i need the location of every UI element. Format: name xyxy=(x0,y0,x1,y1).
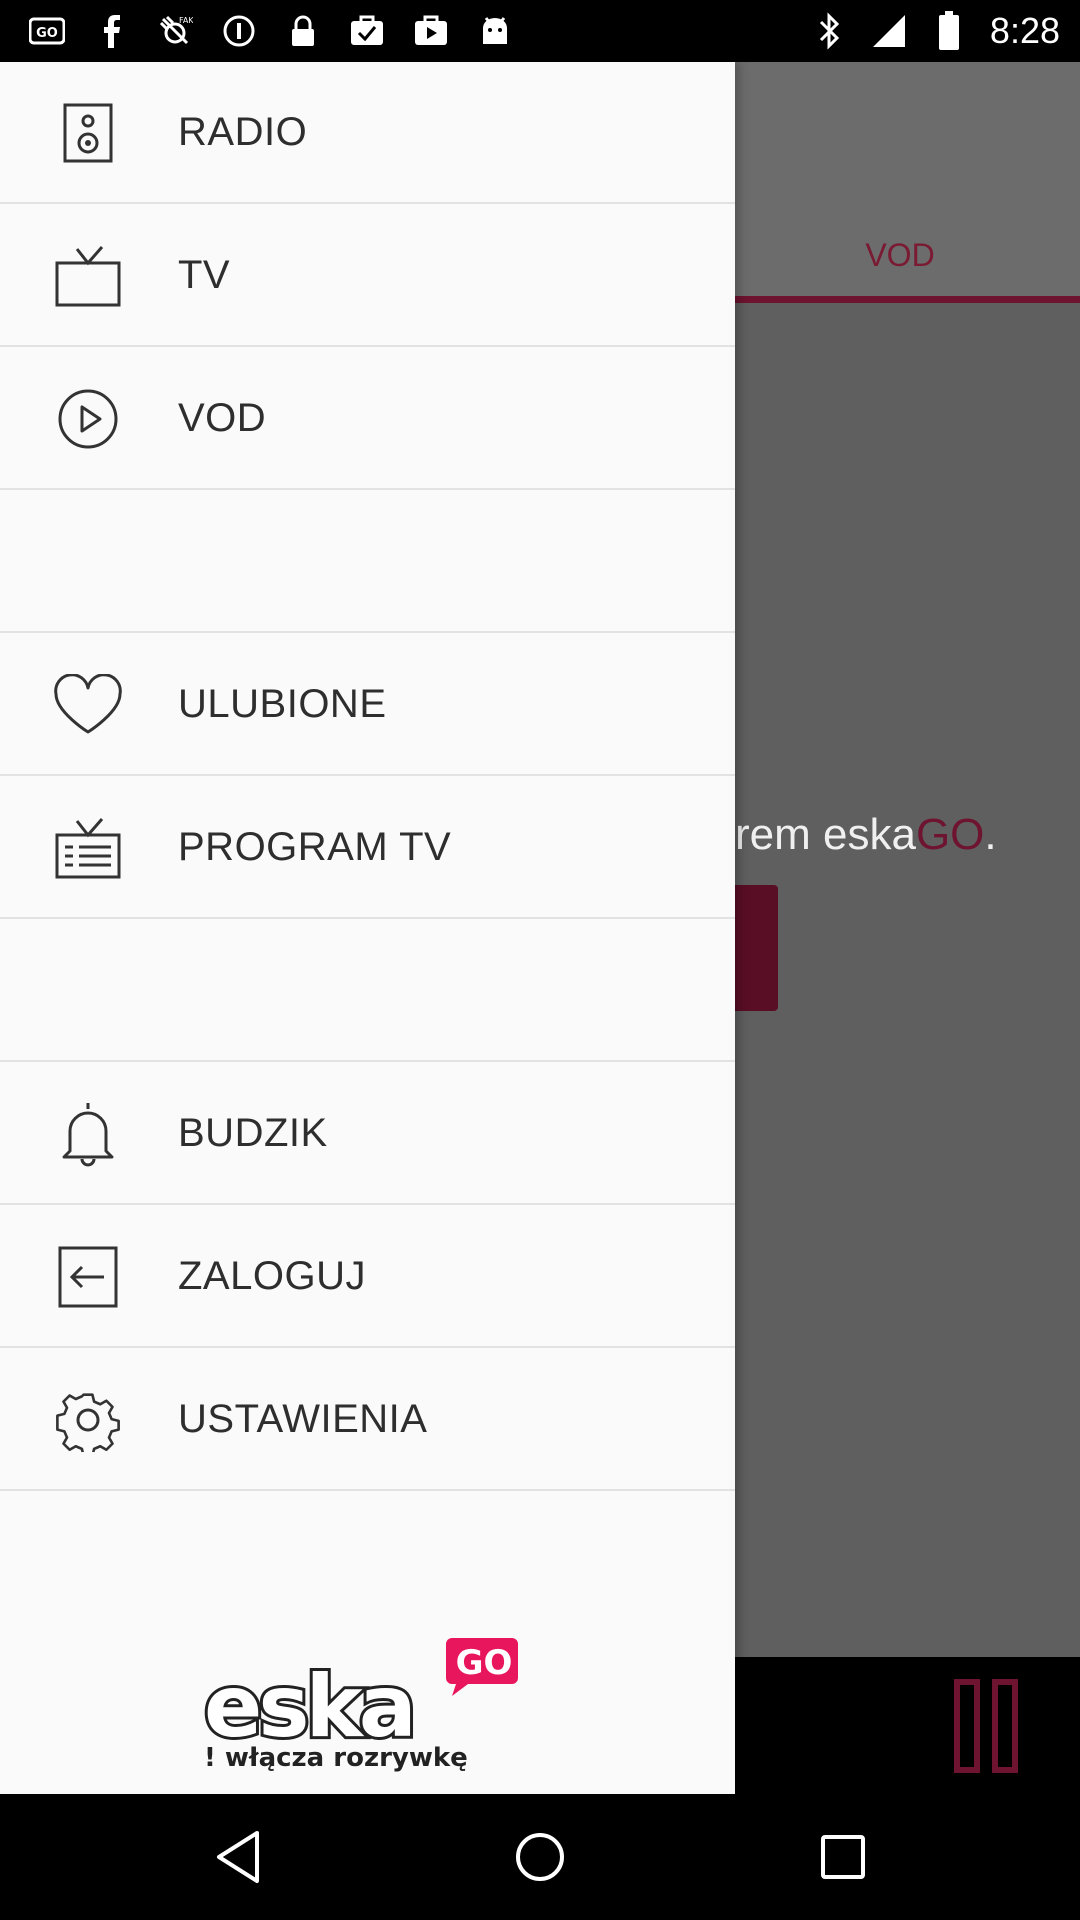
menu-label-program-tv: PROGRAM TV xyxy=(178,824,452,869)
menu-label-vod: VOD xyxy=(178,395,267,440)
tv-guide-icon xyxy=(50,813,126,883)
info-icon xyxy=(220,12,258,50)
go-app-icon: GO xyxy=(28,12,66,50)
menu-label-zaloguj: ZALOGUJ xyxy=(178,1253,366,1298)
login-icon xyxy=(50,1242,126,1312)
pause-icon[interactable] xyxy=(950,1679,1020,1773)
menu-item-tv[interactable]: TV xyxy=(0,205,735,347)
menu-item-zaloguj[interactable]: ZALOGUJ xyxy=(0,1206,735,1348)
logo-badge: GO xyxy=(456,1643,513,1683)
menu-item-program-tv[interactable]: PROGRAM TV xyxy=(0,777,735,919)
heart-icon xyxy=(50,670,126,740)
facebook-icon xyxy=(92,12,130,50)
navigation-drawer: RADIO TV VOD ULUBIONE PROGRAM TV BUDZIK xyxy=(0,62,735,1794)
notification-icons: GO FAKE xyxy=(28,12,514,50)
lock-icon xyxy=(284,12,322,50)
menu-item-ustawienia[interactable]: USTAWIENIA xyxy=(0,1349,735,1491)
recents-icon[interactable] xyxy=(810,1824,876,1890)
menu-item-ulubione[interactable]: ULUBIONE xyxy=(0,634,735,776)
menu-label-budzik: BUDZIK xyxy=(178,1110,328,1155)
android-icon xyxy=(476,12,514,50)
status-bar: GO FAKE 8:28 xyxy=(0,0,1080,62)
app-message: rem eskaGO. xyxy=(735,810,997,860)
menu-label-tv: TV xyxy=(178,252,231,297)
tv-icon xyxy=(50,241,126,311)
system-nav-bar xyxy=(0,1794,1080,1920)
eska-go-logo: GO eska eska ! włącza rozrywkę xyxy=(200,1632,540,1773)
menu-item-vod[interactable]: VOD xyxy=(0,348,735,490)
logo-tagline: ! włącza rozrywkę xyxy=(204,1743,468,1772)
home-icon[interactable] xyxy=(507,1824,573,1890)
svg-text:FAKE: FAKE xyxy=(179,16,193,25)
play-circle-icon xyxy=(50,384,126,454)
menu-item-budzik[interactable]: BUDZIK xyxy=(0,1063,735,1205)
tab-vod[interactable]: VOD xyxy=(840,237,960,274)
signal-icon xyxy=(870,12,908,50)
gear-icon xyxy=(50,1385,126,1455)
svg-text:GO: GO xyxy=(36,26,58,41)
bluetooth-icon xyxy=(810,12,848,50)
system-icons: 8:28 xyxy=(810,10,1060,52)
speaker-icon xyxy=(50,98,126,168)
battery-icon xyxy=(930,11,968,50)
task-check-icon xyxy=(348,12,386,50)
logo-brand-fill: eska xyxy=(204,1657,413,1757)
menu-label-radio: RADIO xyxy=(178,109,308,154)
menu-spacer xyxy=(0,920,735,1062)
bell-icon xyxy=(50,1099,126,1169)
back-icon[interactable] xyxy=(205,1824,271,1890)
menu-label-ulubione: ULUBIONE xyxy=(178,681,387,726)
menu-item-radio[interactable]: RADIO xyxy=(0,62,735,204)
app-message-prefix: rem eska xyxy=(735,810,916,859)
youtube-icon xyxy=(412,12,450,50)
clock: 8:28 xyxy=(989,10,1060,51)
app-message-suffix: . xyxy=(984,810,997,859)
menu-spacer xyxy=(0,491,735,633)
active-tab-indicator xyxy=(735,296,1080,303)
app-message-brand: GO xyxy=(915,810,985,859)
menu-label-ustawienia: USTAWIENIA xyxy=(178,1396,428,1441)
fake-gps-icon: FAKE xyxy=(156,12,194,50)
